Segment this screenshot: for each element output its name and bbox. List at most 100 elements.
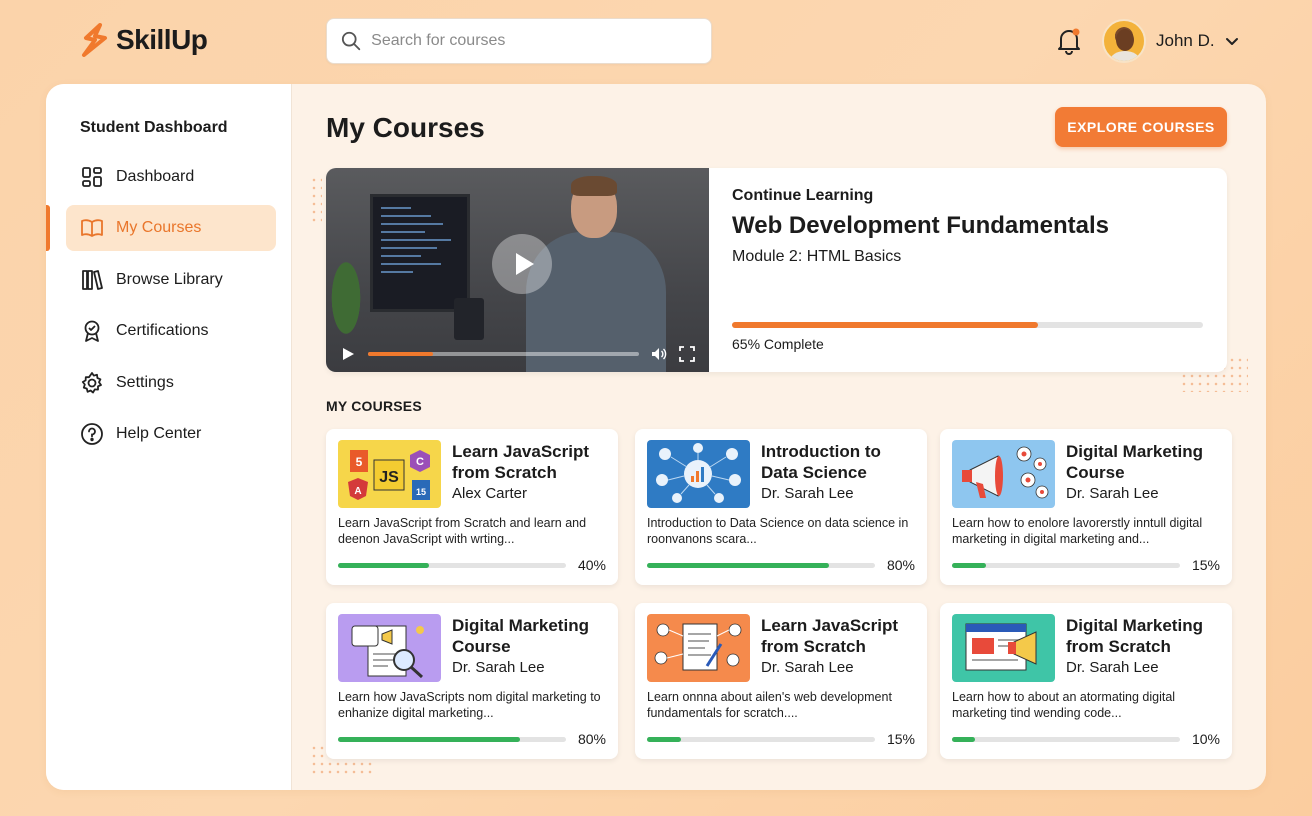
play-button[interactable] bbox=[492, 234, 552, 294]
sidebar-item-label: Browse Library bbox=[116, 270, 223, 288]
continue-progress-bar bbox=[732, 322, 1203, 328]
course-title: Learn JavaScript from Scratch bbox=[452, 442, 590, 482]
explore-courses-button[interactable]: EXPLORE COURSES bbox=[1055, 107, 1227, 147]
continue-learning-label: Continue Learning bbox=[732, 187, 874, 204]
course-card[interactable]: Digital Marketing Course Dr. Sarah Lee L… bbox=[940, 429, 1232, 585]
fullscreen-icon[interactable] bbox=[679, 346, 695, 362]
search-bar[interactable] bbox=[326, 18, 712, 64]
continue-course-title[interactable]: Web Development Fundamentals bbox=[732, 212, 1109, 240]
sidebar-item-label: Dashboard bbox=[116, 168, 195, 185]
library-icon bbox=[82, 269, 103, 290]
app-name: SkillUp bbox=[116, 24, 208, 55]
course-author: Dr. Sarah Lee bbox=[452, 659, 545, 676]
help-icon bbox=[81, 423, 103, 445]
course-progress-label: 80% bbox=[577, 731, 606, 747]
course-thumbnail bbox=[647, 614, 750, 682]
sidebar-item-browse-library[interactable]: Browse Library bbox=[66, 257, 276, 303]
course-author: Dr. Sarah Lee bbox=[761, 485, 854, 502]
course-card[interactable]: Introduction to Data Science Dr. Sarah L… bbox=[635, 429, 927, 585]
search-input[interactable] bbox=[371, 32, 697, 50]
course-thumbnail bbox=[952, 440, 1055, 508]
megaphone-icon bbox=[952, 440, 1055, 508]
course-card[interactable]: Learn JavaScript from Scratch Dr. Sarah … bbox=[635, 603, 927, 759]
course-progress-label: 15% bbox=[1191, 557, 1220, 573]
bell-icon[interactable] bbox=[1056, 27, 1082, 55]
play-icon[interactable] bbox=[340, 346, 356, 362]
course-progress-label: 15% bbox=[886, 731, 915, 747]
chevron-down-icon[interactable] bbox=[1225, 34, 1239, 48]
document-search-icon bbox=[338, 614, 441, 682]
course-progress-bar bbox=[338, 737, 566, 742]
sidebar-item-help-center[interactable]: Help Center bbox=[66, 411, 276, 457]
video-controls bbox=[326, 336, 709, 372]
continue-progress-label: 65% Complete bbox=[732, 336, 824, 352]
certificate-icon bbox=[84, 320, 100, 343]
user-name: John D. bbox=[1156, 31, 1215, 50]
play-icon bbox=[516, 253, 534, 275]
sidebar-title: Student Dashboard bbox=[80, 119, 228, 136]
decorative-dots bbox=[310, 176, 322, 224]
course-description: Learn how JavaScripts nom digital market… bbox=[338, 690, 601, 720]
document-network-icon bbox=[647, 614, 750, 682]
sidebar-item-dashboard[interactable]: Dashboard bbox=[66, 154, 276, 200]
grid-icon bbox=[82, 167, 102, 187]
course-description: Learn JavaScript from Scratch and learn … bbox=[338, 516, 587, 546]
course-progress-bar bbox=[647, 737, 875, 742]
user-menu[interactable]: John D. bbox=[1102, 19, 1239, 63]
svg-text:A: A bbox=[354, 486, 361, 497]
svg-text:C: C bbox=[416, 456, 424, 468]
course-thumbnail bbox=[647, 440, 750, 508]
course-progress-label: 10% bbox=[1191, 731, 1220, 747]
course-card[interactable]: 5 JS C A 15 Learn JavaScript from Scratc… bbox=[326, 429, 618, 585]
video-seek-bar[interactable] bbox=[368, 352, 639, 356]
main-panel: Student Dashboard Dashboard My Courses B… bbox=[46, 84, 1266, 790]
course-description: Learn onnna about ailen's web developmen… bbox=[647, 690, 892, 720]
video-frame-screen bbox=[370, 194, 470, 312]
sidebar-nav: Dashboard My Courses Browse Library Cert… bbox=[46, 154, 276, 462]
sidebar-item-label: Certifications bbox=[116, 322, 209, 340]
course-thumbnail bbox=[952, 614, 1055, 682]
gear-icon bbox=[81, 371, 102, 393]
course-description: Introduction to Data Science on data sci… bbox=[647, 516, 909, 546]
js-logos-icon: 5 JS C A 15 bbox=[338, 440, 441, 508]
book-icon bbox=[81, 219, 103, 238]
course-thumbnail: 5 JS C A 15 bbox=[338, 440, 441, 508]
course-author: Alex Carter bbox=[452, 485, 528, 502]
page-title: My Courses bbox=[326, 112, 485, 143]
sidebar: Student Dashboard Dashboard My Courses B… bbox=[46, 84, 292, 790]
video-player[interactable] bbox=[326, 168, 709, 372]
data-science-icon bbox=[647, 440, 750, 508]
course-title: Introduction to Data Science bbox=[761, 442, 881, 482]
continue-module: Module 2: HTML Basics bbox=[732, 248, 902, 265]
course-author: Dr. Sarah Lee bbox=[1066, 485, 1159, 502]
browser-megaphone-icon bbox=[952, 614, 1055, 682]
course-title: Digital Marketing from Scratch bbox=[1066, 616, 1203, 656]
continue-learning-card[interactable]: Continue Learning Web Development Fundam… bbox=[326, 168, 1227, 372]
avatar[interactable] bbox=[1102, 19, 1146, 63]
course-title: Digital Marketing Course bbox=[452, 616, 589, 656]
logo-icon bbox=[82, 23, 107, 57]
course-progress-bar bbox=[647, 563, 875, 568]
course-card[interactable]: Digital Marketing from Scratch Dr. Sarah… bbox=[940, 603, 1232, 759]
sidebar-item-settings[interactable]: Settings bbox=[66, 360, 276, 406]
course-title: Learn JavaScript from Scratch bbox=[761, 616, 899, 656]
course-description: Learn how to about an atormating digital… bbox=[952, 690, 1176, 720]
course-thumbnail bbox=[338, 614, 441, 682]
svg-text:15: 15 bbox=[416, 487, 426, 497]
sidebar-item-label: My Courses bbox=[116, 219, 202, 237]
sidebar-item-my-courses[interactable]: My Courses bbox=[46, 205, 276, 252]
volume-icon[interactable] bbox=[651, 346, 667, 362]
course-progress-bar bbox=[952, 737, 1180, 742]
course-card[interactable]: Digital Marketing Course Dr. Sarah Lee L… bbox=[326, 603, 618, 759]
course-description: Learn how to enolore lavorerstly inntull… bbox=[952, 516, 1203, 546]
course-progress-bar bbox=[952, 563, 1180, 568]
svg-text:5: 5 bbox=[356, 455, 363, 469]
course-author: Dr. Sarah Lee bbox=[1066, 659, 1159, 676]
continue-learning-info: Continue Learning Web Development Fundam… bbox=[732, 168, 1207, 372]
sidebar-item-label: Help Center bbox=[116, 424, 202, 442]
sidebar-item-certifications[interactable]: Certifications bbox=[66, 308, 276, 354]
course-progress-label: 80% bbox=[886, 557, 915, 573]
course-progress-label: 40% bbox=[577, 557, 606, 573]
app-logo[interactable]: SkillUp bbox=[78, 22, 208, 58]
sidebar-item-label: Settings bbox=[116, 373, 174, 391]
